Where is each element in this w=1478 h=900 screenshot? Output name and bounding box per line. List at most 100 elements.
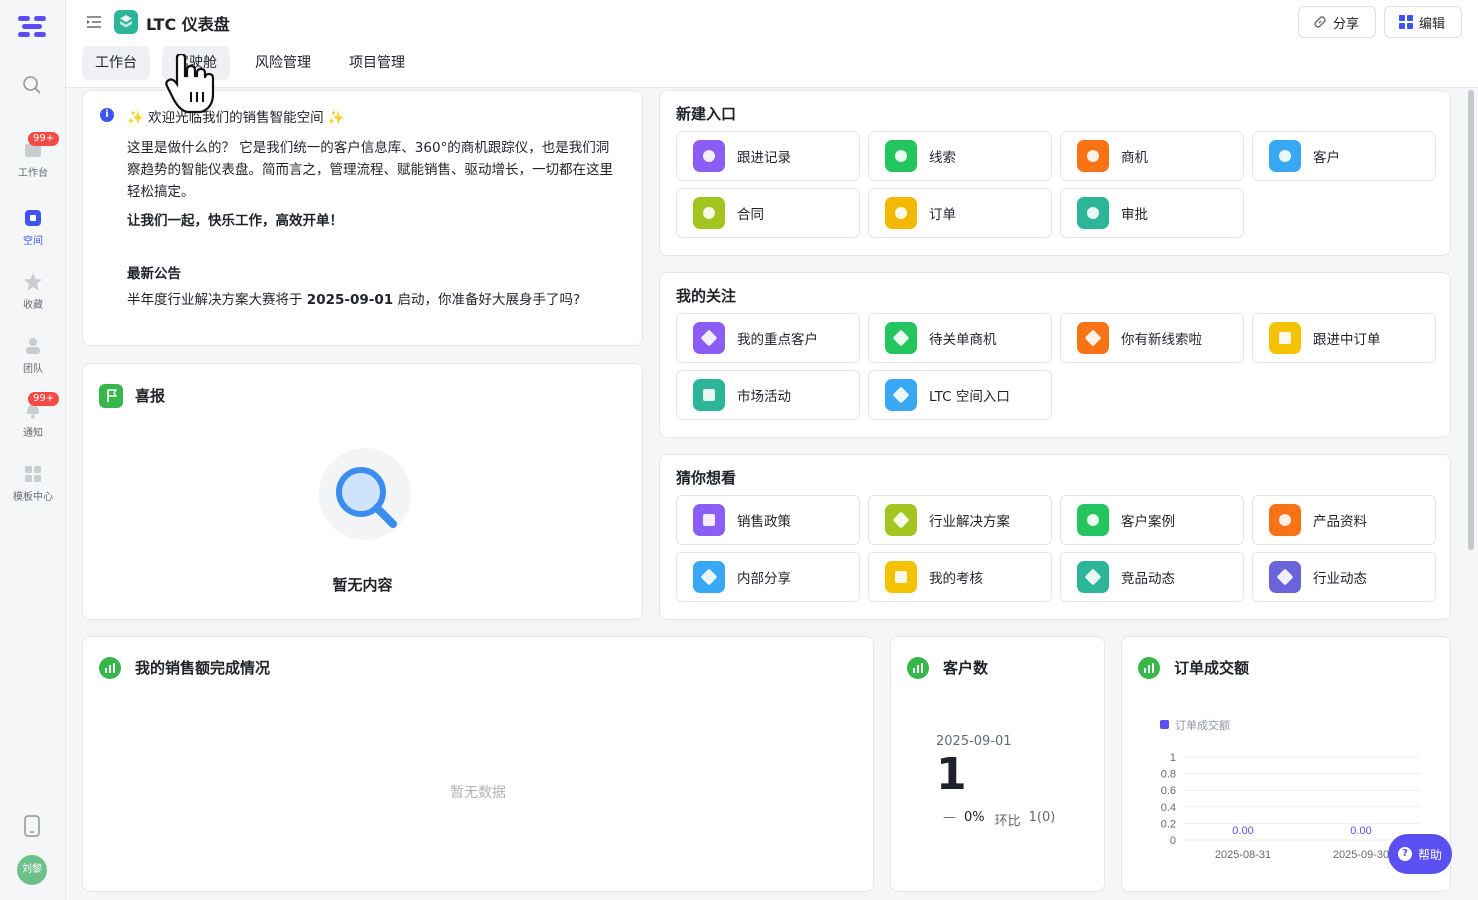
new-contract-button[interactable]: 合同 bbox=[676, 188, 860, 238]
tab-workbench[interactable]: 工作台 bbox=[82, 46, 150, 80]
y-tick-label: 0.8 bbox=[1161, 769, 1176, 781]
sidebar-item-label: 通知 bbox=[23, 428, 43, 439]
kpi-date: 2025-09-01 bbox=[936, 734, 1012, 749]
sidebar-item-favorites[interactable]: 收藏 bbox=[0, 272, 66, 311]
recommend-title: 猜你想看 bbox=[676, 469, 737, 487]
x-tick-label: 2025-08-31 bbox=[1215, 849, 1271, 861]
hand-cursor-icon bbox=[165, 52, 215, 114]
customer-cases-link[interactable]: 客户案例 bbox=[1060, 495, 1244, 545]
new-lead-button[interactable]: 线索 bbox=[868, 131, 1052, 181]
sidebar-item-team[interactable]: 团队 bbox=[0, 336, 66, 375]
app-logo-icon[interactable] bbox=[18, 16, 46, 38]
chart-icon bbox=[907, 657, 929, 679]
sidebar: 工作台 99+ 空间 收藏 团队 通知 99+ 模板中心 刘黎 bbox=[0, 0, 66, 900]
sales-completion-title: 我的销售额完成情况 bbox=[135, 659, 271, 677]
orders-in-progress-link[interactable]: 跟进中订单 bbox=[1252, 313, 1436, 363]
y-tick-label: 0.2 bbox=[1161, 818, 1176, 830]
scrollbar[interactable] bbox=[1468, 90, 1474, 550]
folder-icon bbox=[1269, 322, 1301, 354]
share-arrow-icon bbox=[885, 504, 917, 536]
plus-circle-icon bbox=[693, 197, 725, 229]
sales-policy-link[interactable]: 销售政策 bbox=[676, 495, 860, 545]
notification-badge: 99+ bbox=[28, 132, 60, 146]
user-icon bbox=[1269, 504, 1301, 536]
industry-solutions-link[interactable]: 行业解决方案 bbox=[868, 495, 1052, 545]
new-followup-button[interactable]: 跟进记录 bbox=[676, 131, 860, 181]
layers-icon bbox=[1269, 561, 1301, 593]
data-label: 0.00 bbox=[1232, 825, 1253, 837]
mobile-icon[interactable] bbox=[24, 815, 40, 837]
lightning-icon bbox=[693, 561, 725, 593]
product-materials-link[interactable]: 产品资料 bbox=[1252, 495, 1436, 545]
welcome-card: i ✨ 欢迎光临我们的销售智能空间 ✨ 这里是做什么的？ 它是我们统一的客户信息… bbox=[82, 90, 643, 346]
sidebar-item-space[interactable]: 空间 bbox=[0, 208, 66, 247]
notice-title: 最新公告 bbox=[127, 266, 181, 282]
collapse-sidebar-icon[interactable] bbox=[86, 14, 102, 30]
kpi-value: 1 bbox=[936, 749, 967, 800]
grid-edit-icon bbox=[1399, 15, 1413, 29]
team-icon bbox=[23, 336, 43, 356]
page-title: LTC 仪表盘 bbox=[146, 15, 230, 34]
new-approval-button[interactable]: 审批 bbox=[1060, 188, 1244, 238]
share-label: 分享 bbox=[1333, 16, 1360, 32]
share-button[interactable]: 分享 bbox=[1298, 6, 1376, 38]
search-icon[interactable] bbox=[22, 75, 42, 95]
competitor-news-link[interactable]: 竞品动态 bbox=[1060, 552, 1244, 602]
sparkle-icon bbox=[693, 322, 725, 354]
new-opportunity-button[interactable]: 商机 bbox=[1060, 131, 1244, 181]
link-icon bbox=[1314, 16, 1326, 28]
y-tick-label: 0.6 bbox=[1161, 785, 1176, 797]
order-amount-title: 订单成交额 bbox=[1174, 659, 1250, 677]
pending-close-opportunities-link[interactable]: 待关单商机 bbox=[868, 313, 1052, 363]
new-entry-card: 新建入口 跟进记录 线索 商机 客户 合同 订单 审批 bbox=[659, 90, 1451, 256]
avatar[interactable]: 刘黎 bbox=[17, 855, 47, 885]
template-icon bbox=[23, 464, 43, 484]
sidebar-item-label: 收藏 bbox=[23, 300, 43, 311]
y-tick-label: 1 bbox=[1170, 752, 1176, 764]
welcome-description: 这里是做什么的？ 它是我们统一的客户信息库、360°的商机跟踪仪，也是我们洞察趋… bbox=[127, 140, 613, 200]
empty-state-text: 暂无内容 bbox=[332, 576, 393, 594]
sparkle-icon bbox=[885, 322, 917, 354]
customer-count-card: 客户数 2025-09-01 1 — 0% 环比 1(0) bbox=[890, 636, 1105, 892]
chat-icon bbox=[1077, 504, 1109, 536]
marketing-activities-link[interactable]: 市场活动 bbox=[676, 370, 860, 420]
good-news-card: 喜报 暂无内容 bbox=[82, 363, 643, 620]
edit-button[interactable]: 编辑 bbox=[1384, 6, 1462, 38]
new-leads-link[interactable]: 你有新线索啦 bbox=[1060, 313, 1244, 363]
notice-text: 半年度行业解决方案大赛将于 2025-09-01 启动，你准备好大展身手了吗? bbox=[127, 292, 581, 308]
document-icon bbox=[693, 504, 725, 536]
ltc-space-entry-link[interactable]: LTC 空间入口 bbox=[868, 370, 1052, 420]
help-button[interactable]: ? 帮助 bbox=[1388, 834, 1452, 874]
new-customer-button[interactable]: 客户 bbox=[1252, 131, 1436, 181]
my-assessment-link[interactable]: 我的考核 bbox=[868, 552, 1052, 602]
good-news-title: 喜报 bbox=[135, 387, 166, 405]
industry-news-link[interactable]: 行业动态 bbox=[1252, 552, 1436, 602]
data-label: 0.00 bbox=[1350, 825, 1371, 837]
info-icon: i bbox=[100, 108, 114, 122]
sidebar-item-label: 模板中心 bbox=[13, 492, 53, 503]
key-customers-link[interactable]: 我的重点客户 bbox=[676, 313, 860, 363]
sidebar-item-label: 工作台 bbox=[18, 168, 48, 179]
recommend-card: 猜你想看 销售政策 行业解决方案 客户案例 产品资料 内部分享 我的考核 竞品动… bbox=[659, 454, 1451, 620]
checklist-icon bbox=[885, 561, 917, 593]
space-icon bbox=[23, 208, 43, 228]
megaphone-icon bbox=[693, 379, 725, 411]
new-order-button[interactable]: 订单 bbox=[868, 188, 1052, 238]
question-icon: ? bbox=[1397, 847, 1412, 861]
sidebar-item-templates[interactable]: 模板中心 bbox=[0, 464, 66, 503]
follow-title: 我的关注 bbox=[676, 287, 737, 305]
sales-completion-card: 我的销售额完成情况 暂无数据 bbox=[82, 636, 874, 892]
tab-risk-management[interactable]: 风险管理 bbox=[242, 46, 324, 80]
internal-sharing-link[interactable]: 内部分享 bbox=[676, 552, 860, 602]
header: LTC 仪表盘 分享 编辑 工作台 驾驶舱 风险管理 项目管理 bbox=[66, 0, 1478, 88]
lightning-icon bbox=[1077, 561, 1109, 593]
y-tick-label: 0 bbox=[1170, 835, 1176, 847]
kpi-change: — 0% 环比 1(0) bbox=[943, 810, 1056, 829]
welcome-slogan: 让我们一起，快乐工作，高效开单！ bbox=[127, 213, 343, 229]
tab-project-management[interactable]: 项目管理 bbox=[336, 46, 418, 80]
follow-card: 我的关注 我的重点客户 待关单商机 你有新线索啦 跟进中订单 市场活动 LTC … bbox=[659, 272, 1451, 438]
plus-circle-icon bbox=[1269, 140, 1301, 172]
y-tick-label: 0.4 bbox=[1161, 802, 1176, 814]
sidebar-item-label: 空间 bbox=[23, 236, 43, 247]
plus-circle-icon bbox=[1077, 197, 1109, 229]
